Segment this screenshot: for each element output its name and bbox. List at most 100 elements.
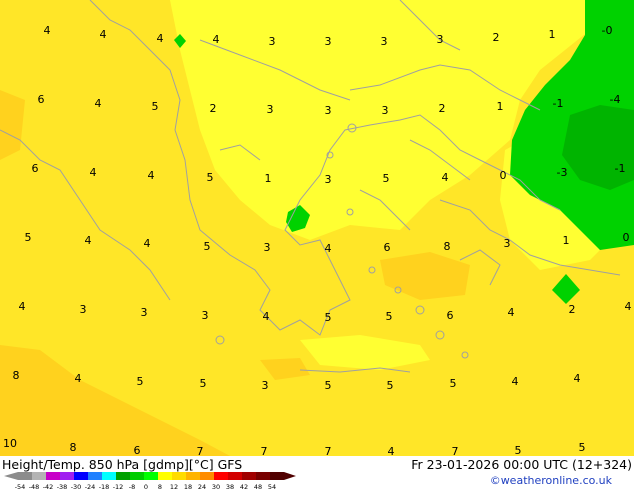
weather-map: 4 4 4 4 3 3 3 3 2 1 -0 6 4 5 2 3 3 3 2 1 -1 -4 6 4 4 5 1 3 5 4 0 -3 -1 5 4…	[0, 0, 634, 456]
map-value-label: 3	[141, 306, 148, 319]
map-value-label: 5	[204, 240, 211, 253]
map-value-label: 2	[493, 31, 500, 44]
scale-swatch	[46, 472, 60, 480]
map-value-label: 4	[90, 166, 97, 179]
map-value-label: 5	[137, 375, 144, 388]
map-value-label: 5	[152, 100, 159, 113]
scale-label: -24	[85, 483, 96, 490]
scale-swatch	[130, 472, 144, 480]
map-value-label: 8	[444, 240, 451, 253]
map-value-label: 5	[325, 311, 332, 324]
map-value-label: 4	[44, 24, 51, 37]
map-value-label: 4	[442, 171, 449, 184]
map-value-label: 4	[148, 169, 155, 182]
map-value-label: 0	[623, 231, 630, 244]
scale-swatch	[228, 472, 242, 480]
map-value-label: 4	[388, 445, 395, 456]
scale-label: 8	[158, 483, 162, 490]
footer-credit: ©weatheronline.co.uk	[490, 474, 613, 487]
scale-swatch	[158, 472, 172, 480]
map-value-label: -4	[610, 93, 621, 106]
map-value-label: 6	[134, 444, 141, 456]
map-value-label: 6	[32, 162, 39, 175]
scale-label: 38	[226, 483, 234, 490]
scale-swatch	[102, 472, 116, 480]
map-value-label: 7	[325, 445, 332, 456]
map-value-label: 3	[262, 379, 269, 392]
scale-swatch	[74, 472, 88, 480]
map-value-label: 1	[549, 28, 556, 41]
map-value-label: 3	[437, 33, 444, 46]
map-value-label: 5	[325, 379, 332, 392]
map-value-label: 5	[25, 231, 32, 244]
map-value-label: 5	[515, 444, 522, 456]
scale-label: -12	[113, 483, 124, 490]
map-value-label: 3	[381, 35, 388, 48]
scale-label: -42	[43, 483, 54, 490]
scale-swatch	[144, 472, 158, 480]
map-value-label: 3	[264, 241, 271, 254]
scale-label: 0	[144, 483, 148, 490]
map-value-label: 7	[197, 445, 204, 456]
map-value-label: 4	[512, 375, 519, 388]
scale-label: 42	[240, 483, 248, 490]
map-value-label: 4	[144, 237, 151, 250]
map-value-label: 5	[579, 441, 586, 454]
map-value-label: 5	[383, 172, 390, 185]
footer-datetime: Fr 23-01-2026 00:00 UTC (12+324)	[411, 457, 632, 472]
scale-swatch	[18, 472, 32, 480]
map-value-label: 4	[625, 300, 632, 313]
map-value-label: 5	[207, 171, 214, 184]
map-value-label: 3	[504, 237, 511, 250]
map-value-label: 4	[100, 28, 107, 41]
scale-label: 54	[268, 483, 276, 490]
scale-label: 48	[254, 483, 262, 490]
map-value-label: 4	[95, 97, 102, 110]
scale-swatch	[172, 472, 186, 480]
footer: Height/Temp. 850 hPa [gdmp][°C] GFS Fr 2…	[0, 456, 634, 491]
map-value-label: 7	[452, 445, 459, 456]
scale-swatch	[116, 472, 130, 480]
map-value-label: -3	[557, 166, 568, 179]
map-value-label: 3	[267, 103, 274, 116]
scale-arrow-right	[284, 472, 296, 480]
scale-label: 18	[184, 483, 192, 490]
scale-label: -48	[29, 483, 40, 490]
map-value-label: 1	[563, 234, 570, 247]
footer-graphics: Height/Temp. 850 hPa [gdmp][°C] GFS Fr 2…	[2, 457, 632, 491]
map-value-label: 2	[439, 102, 446, 115]
map-value-label: 6	[384, 241, 391, 254]
map-value-label: 4	[157, 32, 164, 45]
map-value-label: 4	[263, 310, 270, 323]
map-value-label: 4	[75, 372, 82, 385]
map-value-label: 10	[3, 437, 17, 450]
map-value-label: 4	[19, 300, 26, 313]
scale-arrow-left	[4, 472, 18, 480]
map-value-label: 5	[200, 377, 207, 390]
scale-swatch	[200, 472, 214, 480]
map-value-label: -1	[615, 162, 626, 175]
scale-label: 24	[198, 483, 206, 490]
scale-label: 12	[170, 483, 178, 490]
map-value-label: 7	[261, 445, 268, 456]
color-scale-labels: -54 -48 -42 -38 -30 -24 -18 -12 -8 0 8 12 18 24 30 38 42…	[15, 483, 276, 491]
map-value-label: 3	[80, 303, 87, 316]
map-value-label: 3	[325, 35, 332, 48]
map-value-label: -0	[602, 24, 613, 37]
map-value-label: 1	[265, 172, 272, 185]
scale-swatch	[88, 472, 102, 480]
color-scale-bar	[4, 472, 296, 480]
map-value-label: 5	[386, 310, 393, 323]
map-value-label: 4	[574, 372, 581, 385]
map-value-label: 0	[500, 169, 507, 182]
scale-swatch	[270, 472, 284, 480]
scale-label: -8	[129, 483, 135, 490]
map-value-label: 8	[70, 441, 77, 454]
map-value-label: 5	[450, 377, 457, 390]
map-value-label: 4	[213, 33, 220, 46]
map-value-label: 3	[202, 309, 209, 322]
map-value-label: 4	[508, 306, 515, 319]
map-value-label: 3	[382, 104, 389, 117]
scale-label: 30	[212, 483, 220, 490]
map-value-label: 3	[325, 104, 332, 117]
